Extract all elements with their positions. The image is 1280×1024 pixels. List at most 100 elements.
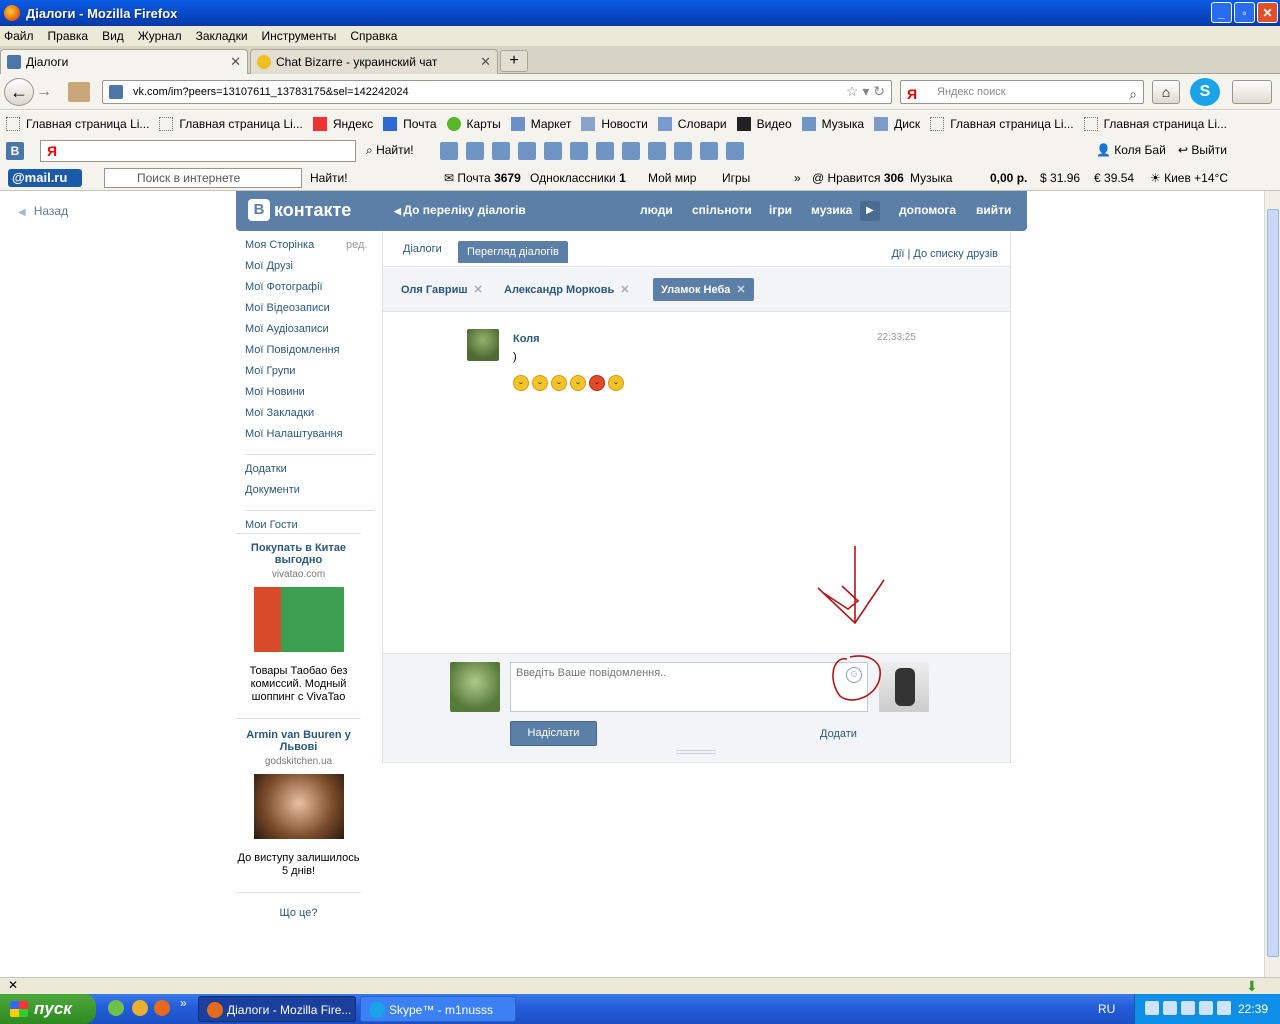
extension-button[interactable] bbox=[1232, 80, 1272, 104]
search-bar[interactable]: Я Яндекс поиск ⌕ bbox=[900, 80, 1144, 104]
menu-bookmarks[interactable]: Закладки bbox=[196, 29, 248, 43]
menu-my-videos[interactable]: Мої Відеозаписи bbox=[245, 302, 375, 323]
message-input[interactable]: Введіть Ваше повідомлення.. bbox=[510, 662, 868, 712]
yandex-find-button[interactable]: ⌕ Найти! bbox=[366, 143, 414, 158]
menu-edit[interactable]: Правка bbox=[48, 29, 89, 43]
volume-icon[interactable] bbox=[1181, 1001, 1195, 1015]
usd-rate[interactable]: $ 31.96 bbox=[1040, 171, 1080, 185]
bookmark-item[interactable]: Видео bbox=[736, 117, 792, 131]
network-icon[interactable] bbox=[1145, 1001, 1159, 1015]
tab-chat-bizarre[interactable]: Chat Bizarre - украинский чат ✕ bbox=[250, 49, 498, 74]
tab-view-dialogs[interactable]: Перегляд діалогів bbox=[458, 241, 568, 263]
logout-button[interactable]: ↩ Выйти bbox=[1178, 143, 1227, 157]
play-icon[interactable]: ▶ bbox=[860, 201, 880, 221]
mailru-odnoklassniki[interactable]: Одноклассники 1 bbox=[530, 171, 626, 185]
bookmark-item[interactable]: Главная страница Li... bbox=[1083, 117, 1227, 131]
minimize-button[interactable]: _ bbox=[1211, 2, 1232, 23]
user-name[interactable]: 👤 Коля Бай bbox=[1096, 143, 1166, 157]
toolbar-icon[interactable] bbox=[570, 142, 588, 160]
bookmark-item[interactable]: Яндекс bbox=[312, 117, 373, 131]
menu-my-audio[interactable]: Мої Аудіозаписи bbox=[245, 323, 375, 344]
taskbar-item-skype[interactable]: Skype™ - m1nusss bbox=[360, 996, 516, 1022]
add-attachment-link[interactable]: Додати bbox=[820, 728, 857, 740]
menu-help[interactable]: Справка bbox=[350, 29, 397, 43]
menu-my-page[interactable]: Моя Сторінка ред. bbox=[245, 239, 375, 260]
tab-dialogs[interactable]: Діалоги bbox=[403, 243, 442, 255]
bookmark-item[interactable]: Словари bbox=[657, 117, 727, 131]
toolbar-icon[interactable] bbox=[700, 142, 718, 160]
resize-handle[interactable] bbox=[676, 750, 716, 754]
toolbar-icon[interactable] bbox=[596, 142, 614, 160]
close-icon[interactable]: ✕ bbox=[8, 978, 18, 992]
actions-link[interactable]: Дії bbox=[891, 248, 904, 260]
menu-file[interactable]: Файл bbox=[4, 29, 34, 43]
ad-title[interactable]: Armin van Buuren у Львові bbox=[236, 729, 361, 753]
emoji-picker-icon[interactable]: ☺ bbox=[846, 667, 862, 683]
download-icon[interactable]: ⬇ bbox=[1246, 978, 1258, 995]
peer-tab[interactable]: Александр Морковь ✕ bbox=[504, 283, 629, 296]
skype-icon[interactable]: S bbox=[1190, 78, 1220, 106]
peer-avatar[interactable] bbox=[879, 662, 929, 712]
close-peer-icon[interactable]: ✕ bbox=[620, 284, 629, 296]
vk-logo[interactable]: Bконтакте bbox=[248, 199, 351, 221]
mailru-search-input[interactable]: Поиск в интернете bbox=[104, 168, 302, 188]
toolbar-icon[interactable] bbox=[622, 142, 640, 160]
edit-link[interactable]: ред. bbox=[346, 239, 367, 251]
bookmark-item[interactable]: Новости bbox=[581, 117, 648, 131]
toolbar-icon[interactable] bbox=[518, 142, 536, 160]
forward-button[interactable]: → bbox=[36, 83, 52, 101]
firefox-icon[interactable] bbox=[154, 1000, 170, 1016]
ad-image[interactable] bbox=[253, 774, 344, 839]
mailru-logo[interactable]: @mail.ru bbox=[8, 169, 82, 187]
close-peer-icon[interactable]: ✕ bbox=[474, 284, 483, 296]
mailru-games[interactable]: Игры bbox=[722, 171, 750, 185]
menu-view[interactable]: Вид bbox=[102, 29, 124, 43]
toolbar-icon[interactable] bbox=[674, 142, 692, 160]
media-icon[interactable] bbox=[1199, 1001, 1213, 1015]
menu-my-photos[interactable]: Мої Фотографії bbox=[245, 281, 375, 302]
close-peer-icon[interactable]: ✕ bbox=[736, 284, 745, 296]
home-button[interactable]: ⌂ bbox=[1152, 80, 1180, 104]
menu-documents[interactable]: Документи bbox=[245, 484, 375, 505]
mailru-balance[interactable]: 0,00 р. bbox=[990, 171, 1027, 185]
mailru-myworld[interactable]: Мой мир bbox=[648, 171, 696, 185]
nav-games[interactable]: ігри bbox=[769, 203, 792, 217]
bookmark-star-icon[interactable]: ☆ ▾ ↻ bbox=[846, 83, 885, 100]
bookmark-item[interactable]: Главная страница Li... bbox=[6, 117, 149, 131]
vk-toolbar-icon[interactable]: B bbox=[6, 142, 24, 160]
ad-title[interactable]: Покупать в Китае выгодно bbox=[236, 542, 361, 566]
ad-text[interactable]: Товары Таобао без комиссий. Модный шоппи… bbox=[236, 665, 361, 704]
taskbar-item-firefox[interactable]: Діалоги - Mozilla Fire... bbox=[198, 996, 356, 1022]
peer-tab-selected[interactable]: Уламок Неба ✕ bbox=[653, 278, 754, 301]
weather[interactable]: ☀ Киев +14°C bbox=[1150, 171, 1228, 185]
icq-icon[interactable] bbox=[108, 1000, 124, 1016]
site-identity-icon[interactable] bbox=[109, 85, 123, 99]
toolbar-icon[interactable] bbox=[544, 142, 562, 160]
language-indicator[interactable]: RU bbox=[1098, 1002, 1115, 1016]
mailru-mail[interactable]: ✉ Почта 3679 bbox=[444, 171, 521, 185]
message-author[interactable]: Коля bbox=[513, 333, 540, 345]
toolbar-icon[interactable] bbox=[466, 142, 484, 160]
mailru-find-button[interactable]: Найти! bbox=[310, 171, 348, 185]
ad-image[interactable] bbox=[253, 587, 344, 652]
security-icon[interactable] bbox=[1163, 1001, 1177, 1015]
menu-my-groups[interactable]: Мої Групи bbox=[245, 365, 375, 386]
close-window-button[interactable]: ✕ bbox=[1257, 2, 1278, 23]
nav-communities[interactable]: спільноти bbox=[692, 203, 752, 217]
close-tab-icon[interactable]: ✕ bbox=[480, 54, 491, 70]
menu-apps[interactable]: Додатки bbox=[245, 463, 375, 484]
nav-logout[interactable]: вийти bbox=[976, 203, 1011, 217]
to-friends-link[interactable]: До списку друзів bbox=[913, 248, 998, 260]
send-button[interactable]: Надіслати bbox=[510, 721, 597, 746]
nvidia-icon[interactable] bbox=[1217, 1001, 1231, 1015]
menu-tools[interactable]: Инструменты bbox=[262, 29, 337, 43]
new-tab-button[interactable]: + bbox=[500, 50, 528, 72]
peer-tab[interactable]: Оля Гавриш ✕ bbox=[401, 283, 483, 296]
menu-my-friends[interactable]: Мої Друзі bbox=[245, 260, 375, 281]
yandex-search-input[interactable]: Я bbox=[40, 140, 356, 162]
bookmark-item[interactable]: Диск bbox=[874, 117, 920, 131]
toolbar-icon[interactable] bbox=[726, 142, 744, 160]
bookmark-item[interactable]: Главная страница Li... bbox=[930, 117, 1074, 131]
bookmark-item[interactable]: Музыка bbox=[801, 117, 864, 131]
maximize-button[interactable]: ▫ bbox=[1234, 2, 1255, 23]
